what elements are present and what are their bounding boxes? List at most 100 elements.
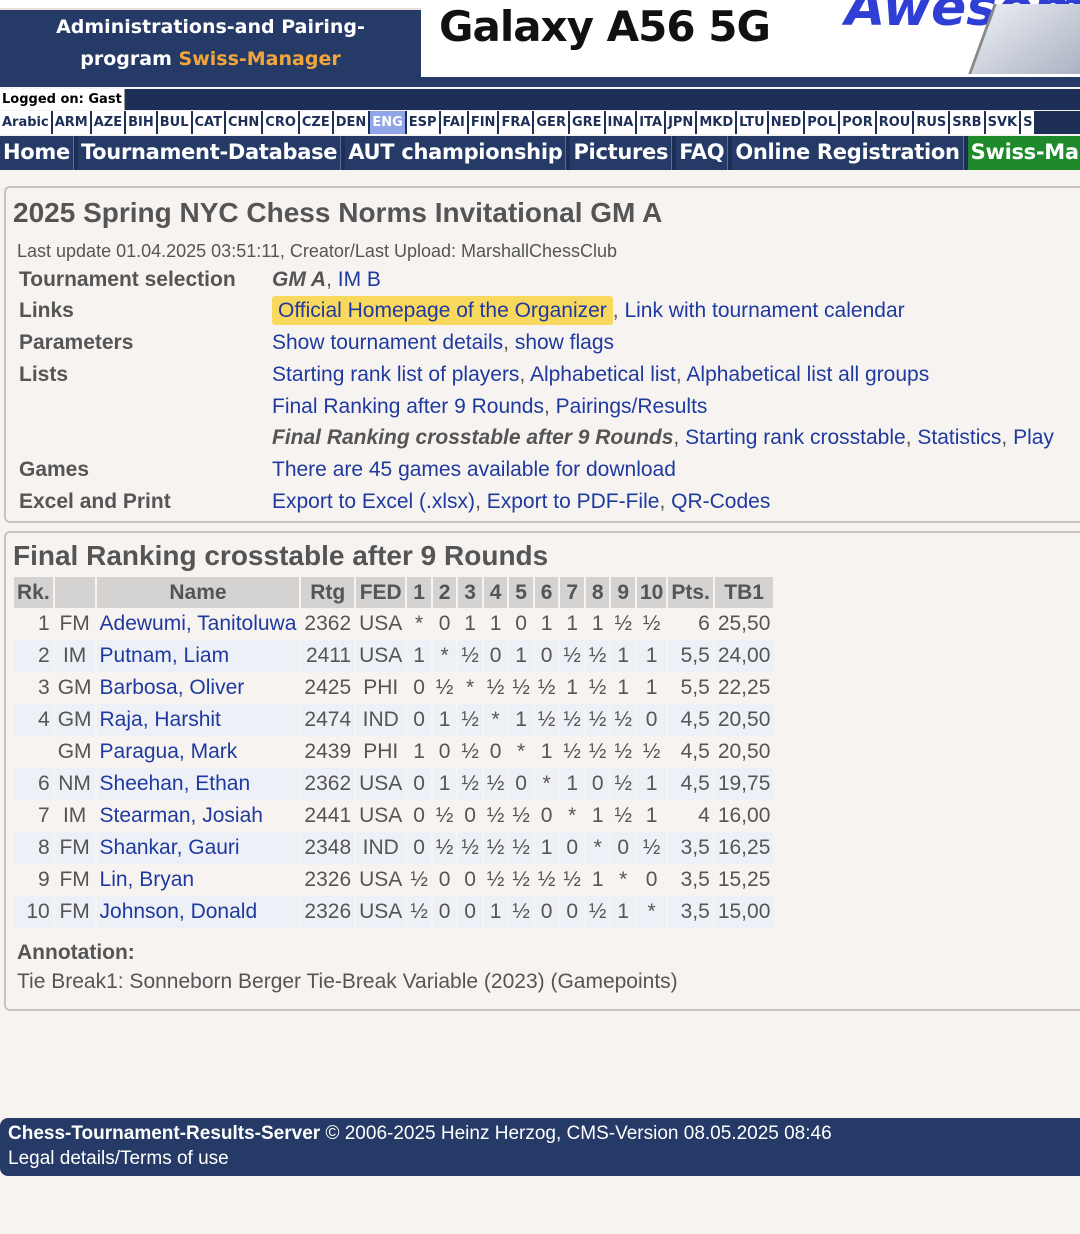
organizer-homepage-link[interactable]: Official Homepage of the Organizer — [272, 296, 613, 325]
language-esp[interactable]: ESP — [406, 111, 439, 134]
tournament-calendar-link[interactable]: Link with tournament calendar — [624, 299, 904, 322]
language-rou[interactable]: ROU — [876, 111, 913, 134]
language-fra[interactable]: FRA — [499, 111, 533, 134]
language-arm[interactable]: ARM — [52, 111, 90, 134]
nav-tournament-database[interactable]: Tournament-Database — [77, 136, 342, 170]
show-flags-link[interactable]: show flags — [515, 331, 614, 354]
nav-faq[interactable]: FAQ — [676, 136, 729, 170]
language-gre[interactable]: GRE — [569, 111, 604, 134]
nav-aut-championship[interactable]: AUT championship — [345, 136, 567, 170]
language-eng[interactable]: ENG — [370, 111, 405, 134]
language-fin[interactable]: FIN — [468, 111, 498, 134]
title-cell: GM — [54, 736, 95, 768]
result-cell: 0 — [458, 864, 482, 896]
language-bul[interactable]: BUL — [157, 111, 191, 134]
points-cell: 5,5 — [668, 640, 713, 672]
nav-swiss-manager[interactable]: Swiss-Manager — [967, 136, 1080, 170]
result-cell: 0 — [509, 608, 533, 640]
legal-details-link[interactable]: Legal details/Terms of use — [8, 1148, 229, 1170]
language-por[interactable]: POR — [840, 111, 875, 134]
statistics-link[interactable]: Statistics — [917, 426, 1001, 449]
result-cell: 0 — [585, 768, 610, 800]
export-pdf-link[interactable]: Export to PDF-File — [487, 490, 660, 513]
header-cell: 1 — [407, 577, 431, 608]
export-excel-link[interactable]: Export to Excel (.xlsx) — [272, 490, 475, 513]
language-rus[interactable]: RUS — [914, 111, 949, 134]
language-ned[interactable]: NED — [768, 111, 804, 134]
final-ranking-link[interactable]: Final Ranking after 9 Rounds — [272, 395, 544, 418]
result-cell: ½ — [432, 800, 457, 832]
language-fai[interactable]: FAI — [440, 111, 467, 134]
result-cell: ½ — [636, 608, 667, 640]
starting-rank-crosstable-link[interactable]: Starting rank crosstable — [685, 426, 906, 449]
language-jpn[interactable]: JPN — [666, 111, 696, 134]
player-name-link[interactable]: Putnam, Liam — [96, 640, 300, 672]
header-cell: Rk. — [14, 577, 53, 608]
language-cat[interactable]: CAT — [192, 111, 224, 134]
language-ita[interactable]: ITA — [637, 111, 665, 134]
language-pol[interactable]: POL — [805, 111, 839, 134]
player-name-link[interactable]: Sheehan, Ethan — [96, 768, 300, 800]
alphabetical-list-all-link[interactable]: Alphabetical list all groups — [686, 363, 929, 386]
result-cell: 1 — [611, 640, 635, 672]
header-cell: 7 — [560, 577, 584, 608]
player-name-link[interactable]: Stearman, Josiah — [96, 800, 300, 832]
language-ltu[interactable]: LTU — [737, 111, 767, 134]
federation-cell: IND — [356, 704, 406, 736]
result-cell: ½ — [611, 736, 635, 768]
language-cze[interactable]: CZE — [299, 111, 332, 134]
language-cro[interactable]: CRO — [263, 111, 298, 134]
annotation-label: Annotation: — [17, 941, 135, 964]
player-name-link[interactable]: Johnson, Donald — [96, 896, 300, 928]
player-name-link[interactable]: Barbosa, Oliver — [96, 672, 300, 704]
player-name-link[interactable]: Lin, Bryan — [96, 864, 300, 896]
result-cell: 0 — [432, 864, 457, 896]
result-cell: 1 — [636, 800, 667, 832]
language-chn[interactable]: CHN — [225, 111, 262, 134]
result-cell: ½ — [458, 640, 482, 672]
language-mkd[interactable]: MKD — [697, 111, 736, 134]
player-name-link[interactable]: Raja, Harshit — [96, 704, 300, 736]
language-ina[interactable]: INA — [605, 111, 636, 134]
selection-im-b-link[interactable]: IM B — [338, 268, 381, 291]
nav-online-registration[interactable]: Online Registration — [732, 136, 964, 170]
result-cell: ½ — [458, 768, 482, 800]
starting-rank-list-link[interactable]: Starting rank list of players — [272, 363, 519, 386]
result-cell: 0 — [611, 832, 635, 864]
tournament-details-link[interactable]: Show tournament details — [272, 331, 503, 354]
result-cell: 1 — [509, 640, 533, 672]
play-link[interactable]: Play — [1013, 426, 1054, 449]
result-cell: ½ — [509, 896, 533, 928]
swiss-manager-banner[interactable]: Administrations-and Pairing- program Swi… — [0, 10, 421, 77]
result-cell: 1 — [636, 640, 667, 672]
language-aze[interactable]: AZE — [91, 111, 125, 134]
server-name-link[interactable]: Chess-Tournament-Results-Server — [8, 1123, 320, 1144]
player-name-link[interactable]: Adewumi, Tanitoluwa — [96, 608, 300, 640]
language-den[interactable]: DEN — [333, 111, 369, 134]
links-separator: , — [612, 299, 625, 322]
games-download-link[interactable]: There are 45 games available for downloa… — [272, 458, 676, 481]
language-bih[interactable]: BIH — [126, 111, 156, 134]
result-cell: 0 — [483, 736, 508, 768]
advertisement[interactable]: Galaxy A56 5G Awesome — [421, 0, 1080, 77]
language-arabic[interactable]: Arabic — [0, 111, 51, 134]
result-cell: ½ — [509, 672, 533, 704]
language-srb[interactable]: SRB — [950, 111, 984, 134]
pairings-results-link[interactable]: Pairings/Results — [556, 395, 708, 418]
qr-codes-link[interactable]: QR-Codes — [671, 490, 770, 513]
nav-home[interactable]: Home — [0, 136, 74, 170]
language-ger[interactable]: GER — [534, 111, 568, 134]
language-svk[interactable]: SVK — [985, 111, 1020, 134]
player-name-link[interactable]: Shankar, Gauri — [96, 832, 300, 864]
tournament-info-panel: 2025 Spring NYC Chess Norms Invitational… — [4, 186, 1080, 523]
excel-print-values: Export to Excel (.xlsx), Export to PDF-F… — [272, 490, 770, 514]
alphabetical-list-link[interactable]: Alphabetical list — [530, 363, 676, 386]
nav-pictures[interactable]: Pictures — [570, 136, 673, 170]
tournament-title: 2025 Spring NYC Chess Norms Invitational… — [13, 197, 663, 228]
login-bar: Logged on: Gast — [0, 89, 1080, 110]
result-cell: 1 — [432, 704, 457, 736]
header-cell: 2 — [432, 577, 457, 608]
result-cell: 0 — [407, 832, 431, 864]
player-name-link[interactable]: Paragua, Mark — [96, 736, 300, 768]
language-s[interactable]: S — [1021, 111, 1035, 134]
